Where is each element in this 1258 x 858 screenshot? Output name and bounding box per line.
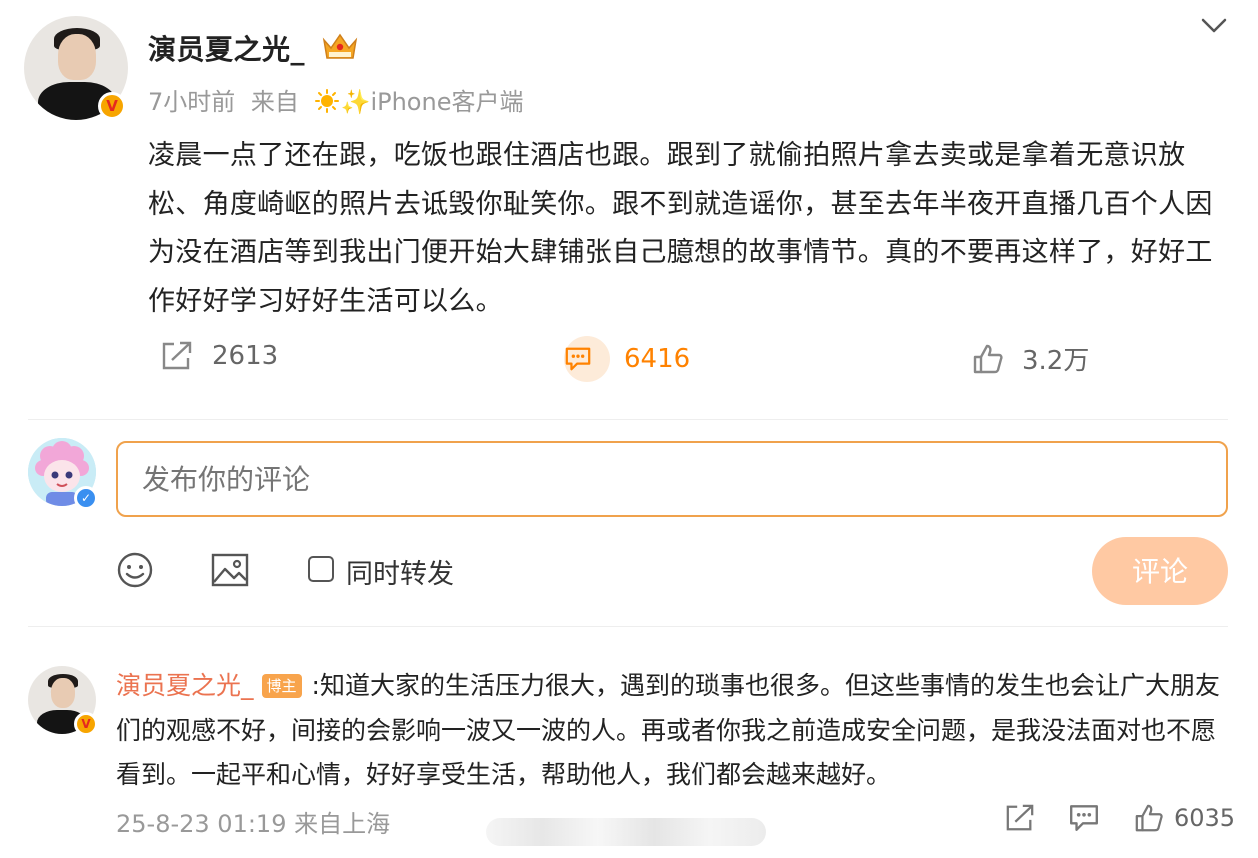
verified-badge-icon: V [98, 92, 126, 120]
forward-button[interactable]: 2613 [160, 340, 278, 372]
verified-blue-icon: ✓ [74, 486, 98, 510]
blurred-overlay [486, 818, 766, 846]
verified-badge-icon: V [74, 712, 98, 736]
share-icon [1006, 804, 1034, 831]
post-time: 7小时前 [148, 88, 236, 116]
comment-count: 6416 [624, 344, 691, 374]
post-meta: 7小时前 来自 ✨iPhone客户端 [148, 82, 523, 117]
comment-reply-button[interactable] [1068, 803, 1100, 833]
comment-button[interactable]: 6416 [564, 336, 690, 382]
divider [28, 626, 1228, 627]
comment-forward-button[interactable] [1004, 803, 1036, 833]
post-author-name[interactable]: 演员夏之光_ [148, 28, 305, 68]
comment-body: 演员夏之光_ 博主:知道大家的生活压力很大，遇到的琐事也很多。但这些事情的发生也会… [116, 664, 1228, 798]
comment-author-name[interactable]: 演员夏之光_ [116, 671, 254, 700]
comment-location: 来自上海 [294, 810, 391, 838]
comment-like-count: 6035 [1174, 804, 1236, 832]
comment-icon [564, 336, 610, 382]
submit-comment-button[interactable]: 评论 [1092, 537, 1228, 605]
image-upload-icon[interactable] [210, 551, 250, 589]
sun-icon [314, 89, 339, 113]
comment-like-button[interactable]: 6035 [1134, 803, 1235, 833]
author-badge: 博主 [261, 674, 302, 698]
comment-input[interactable] [116, 441, 1228, 517]
like-button[interactable]: 3.2万 [972, 340, 1089, 377]
repost-label[interactable]: 同时转发 [346, 552, 454, 591]
post-text: 凌晨一点了还在跟，吃饭也跟住酒店也跟。跟到了就偷拍照片拿去卖或是拿着无意识放松、… [148, 140, 1213, 317]
comment-meta: 25-8-23 01:19 来自上海 [116, 804, 390, 839]
emoji-icon[interactable] [116, 551, 154, 589]
thumbs-up-icon [973, 344, 1003, 373]
comment-icon [1070, 805, 1098, 831]
thumbs-up-icon [1135, 804, 1163, 832]
post-source-prefix: 来自 [250, 88, 299, 116]
forward-count: 2613 [212, 341, 279, 371]
like-count: 3.2万 [1022, 346, 1090, 376]
repost-checkbox[interactable] [308, 556, 334, 582]
avatar-face [58, 34, 96, 80]
crown-member-icon[interactable] [320, 30, 360, 62]
comment-time: 25-8-23 01:19 [116, 810, 287, 838]
avatar-face [51, 678, 75, 708]
divider [28, 419, 1228, 420]
share-icon [162, 341, 192, 370]
post-source[interactable]: ✨iPhone客户端 [341, 88, 524, 116]
chevron-down-icon[interactable] [1198, 12, 1230, 40]
